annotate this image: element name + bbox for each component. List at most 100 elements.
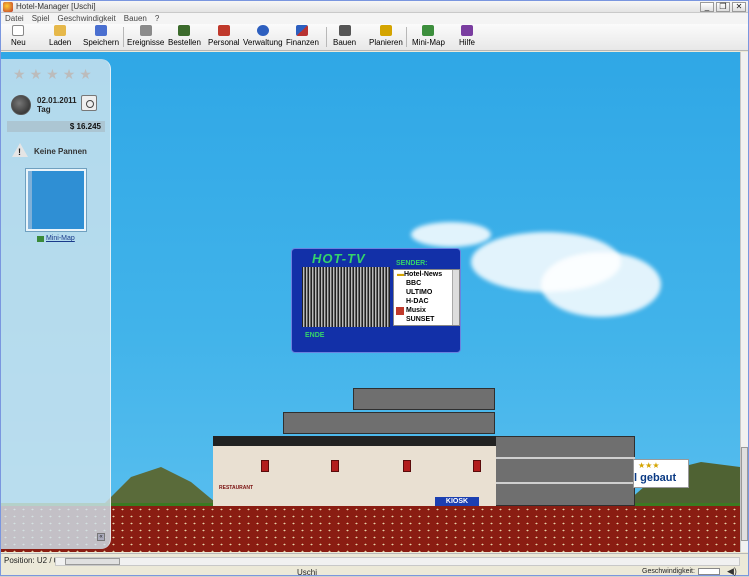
menu-bauen[interactable]: Bauen xyxy=(124,14,147,23)
minimap-preview[interactable] xyxy=(26,169,86,231)
menu-help[interactable]: ? xyxy=(155,14,159,23)
toolbar: Neu Laden Speichern Ereignisse Bestellen… xyxy=(1,24,748,51)
toolbar-bestellen-button[interactable]: Bestellen xyxy=(168,25,201,50)
room-window xyxy=(331,460,339,472)
toolbar-label: Finanzen xyxy=(286,38,319,47)
channel-item[interactable]: ULTIMO xyxy=(406,289,432,296)
finance-chart-icon xyxy=(296,25,309,36)
window-title: Hotel-Manager [Uschi] xyxy=(16,2,96,11)
billboard: ★★★ l gebaut xyxy=(633,459,689,488)
toolbar-planieren-button[interactable]: Planieren xyxy=(369,25,403,50)
toolbar-label: Personal xyxy=(208,38,240,47)
channel-list-scrollbar[interactable] xyxy=(452,270,459,325)
staff-icon xyxy=(217,25,230,36)
sidebar-collapse-icon[interactable]: « xyxy=(97,533,105,541)
toolbar-hilfe-button[interactable]: Hilfe xyxy=(459,25,475,50)
toolbar-minimap-button[interactable]: Mini-Map xyxy=(412,25,445,50)
cloud xyxy=(411,222,491,247)
money-balance: $ 16.245 xyxy=(7,121,105,132)
horizontal-scroll-thumb[interactable] xyxy=(65,558,120,565)
restaurant-sign: RESTAURANT xyxy=(219,485,254,491)
building-floor[interactable] xyxy=(353,388,495,410)
toolbar-ereignisse-button[interactable]: Ereignisse xyxy=(127,25,164,50)
bulldozer-icon xyxy=(379,25,392,36)
restore-button[interactable]: ❐ xyxy=(716,2,730,12)
toolbar-personal-button[interactable]: Personal xyxy=(208,25,240,50)
star-icon: ★ xyxy=(13,66,26,82)
minimap-link[interactable]: Mini-Map xyxy=(46,235,75,242)
star-icon: ★ xyxy=(79,66,92,82)
title-bar: Hotel-Manager [Uschi] _ ❐ ✕ xyxy=(1,1,748,13)
building-side-block[interactable] xyxy=(494,436,635,506)
music-icon xyxy=(396,307,404,315)
ground xyxy=(1,506,740,552)
toolbar-label: Ereignisse xyxy=(127,38,165,47)
star-icon: ★ xyxy=(29,66,43,82)
channel-item[interactable]: SUNSET xyxy=(406,316,434,323)
position-indicator: Position: U2 / 0 xyxy=(4,556,59,565)
horizontal-scrollbar[interactable] xyxy=(55,557,740,566)
window-controls: _ ❐ ✕ xyxy=(700,2,746,12)
menu-bar: Datei Spiel Geschwindigkeit Bauen ? xyxy=(1,13,748,24)
cloud xyxy=(541,252,661,317)
save-disk-icon xyxy=(95,25,108,36)
toolbar-label: Verwaltung xyxy=(243,38,283,47)
room-window xyxy=(403,460,411,472)
channel-item[interactable]: ▬Hotel-News xyxy=(397,271,443,278)
help-book-icon xyxy=(461,25,473,36)
toolbar-label: Speichern xyxy=(83,38,120,47)
truck-icon xyxy=(178,25,191,36)
tv-close-button[interactable]: ENDE xyxy=(305,332,324,339)
speed-slider[interactable] xyxy=(698,568,720,575)
toolbar-label: Laden xyxy=(49,38,72,47)
menu-spiel[interactable]: Spiel xyxy=(32,14,50,23)
toolbar-label: Neu xyxy=(11,38,26,47)
hot-tv-logo: HOT-TV xyxy=(312,251,366,266)
building-floor[interactable] xyxy=(283,412,495,434)
minimap-link-icon xyxy=(37,236,44,242)
channel-label: SENDER: xyxy=(396,260,428,267)
toolbar-label: Mini-Map xyxy=(412,38,445,47)
minimap-strip xyxy=(28,171,32,229)
channel-item[interactable]: H-DAC xyxy=(406,298,429,305)
speaker-icon[interactable]: ◀) xyxy=(727,566,737,577)
application-window: Hotel-Manager [Uschi] _ ❐ ✕ Datei Spiel … xyxy=(0,0,749,577)
close-button[interactable]: ✕ xyxy=(732,2,746,12)
events-list-icon xyxy=(139,25,152,36)
kiosk-sign[interactable]: KIOSK xyxy=(435,497,479,506)
channel-item[interactable]: BBC xyxy=(406,280,421,287)
star-icon: ★ xyxy=(62,66,76,82)
build-crane-icon xyxy=(338,25,351,36)
info-sidebar: ★ ★ ★ ★ ★ 02.01.2011 Tag $ 16.245 ! Kein… xyxy=(1,59,111,549)
hot-tv-dialog: HOT-TV SENDER: ▬Hotel-News BBC ULTIMO H-… xyxy=(291,248,461,353)
clock-icon xyxy=(11,95,31,115)
channel-name: Hotel-News xyxy=(404,271,443,278)
folder-icon: ▬ xyxy=(397,271,404,278)
menu-geschwindigkeit[interactable]: Geschwindigkeit xyxy=(57,14,115,23)
menu-datei[interactable]: Datei xyxy=(5,14,24,23)
toolbar-speichern-button[interactable]: Speichern xyxy=(83,25,119,50)
toolbar-label: Bestellen xyxy=(168,38,201,47)
toolbar-label: Hilfe xyxy=(459,38,476,47)
day-label: Tag xyxy=(37,105,51,114)
toolbar-bauen-button[interactable]: Bauen xyxy=(333,25,356,50)
toolbar-separator xyxy=(326,27,327,47)
toolbar-separator xyxy=(123,27,124,47)
hotel-rooms-floor[interactable]: RESTAURANT xyxy=(213,436,496,506)
toolbar-neu-button[interactable]: Neu xyxy=(11,25,26,50)
room-window xyxy=(261,460,269,472)
time-speed-icon[interactable] xyxy=(81,95,97,111)
channel-item[interactable]: Musix xyxy=(406,307,426,314)
speed-label: Geschwindigkeit: xyxy=(642,568,695,575)
star-icon: ★ xyxy=(46,66,59,82)
toolbar-laden-button[interactable]: Laden xyxy=(49,25,71,50)
channel-list[interactable]: ▬Hotel-News BBC ULTIMO H-DAC Musix SUNSE… xyxy=(393,269,460,326)
toolbar-verwaltung-button[interactable]: Verwaltung xyxy=(243,25,283,50)
toolbar-finanzen-button[interactable]: Finanzen xyxy=(286,25,319,50)
vertical-scrollbar[interactable] xyxy=(740,52,748,552)
breakdown-status: Keine Pannen xyxy=(34,147,87,156)
vertical-scroll-thumb[interactable] xyxy=(741,447,748,541)
minimize-button[interactable]: _ xyxy=(700,2,714,12)
floor-divider xyxy=(494,482,635,484)
hotel-app-icon xyxy=(3,1,13,12)
